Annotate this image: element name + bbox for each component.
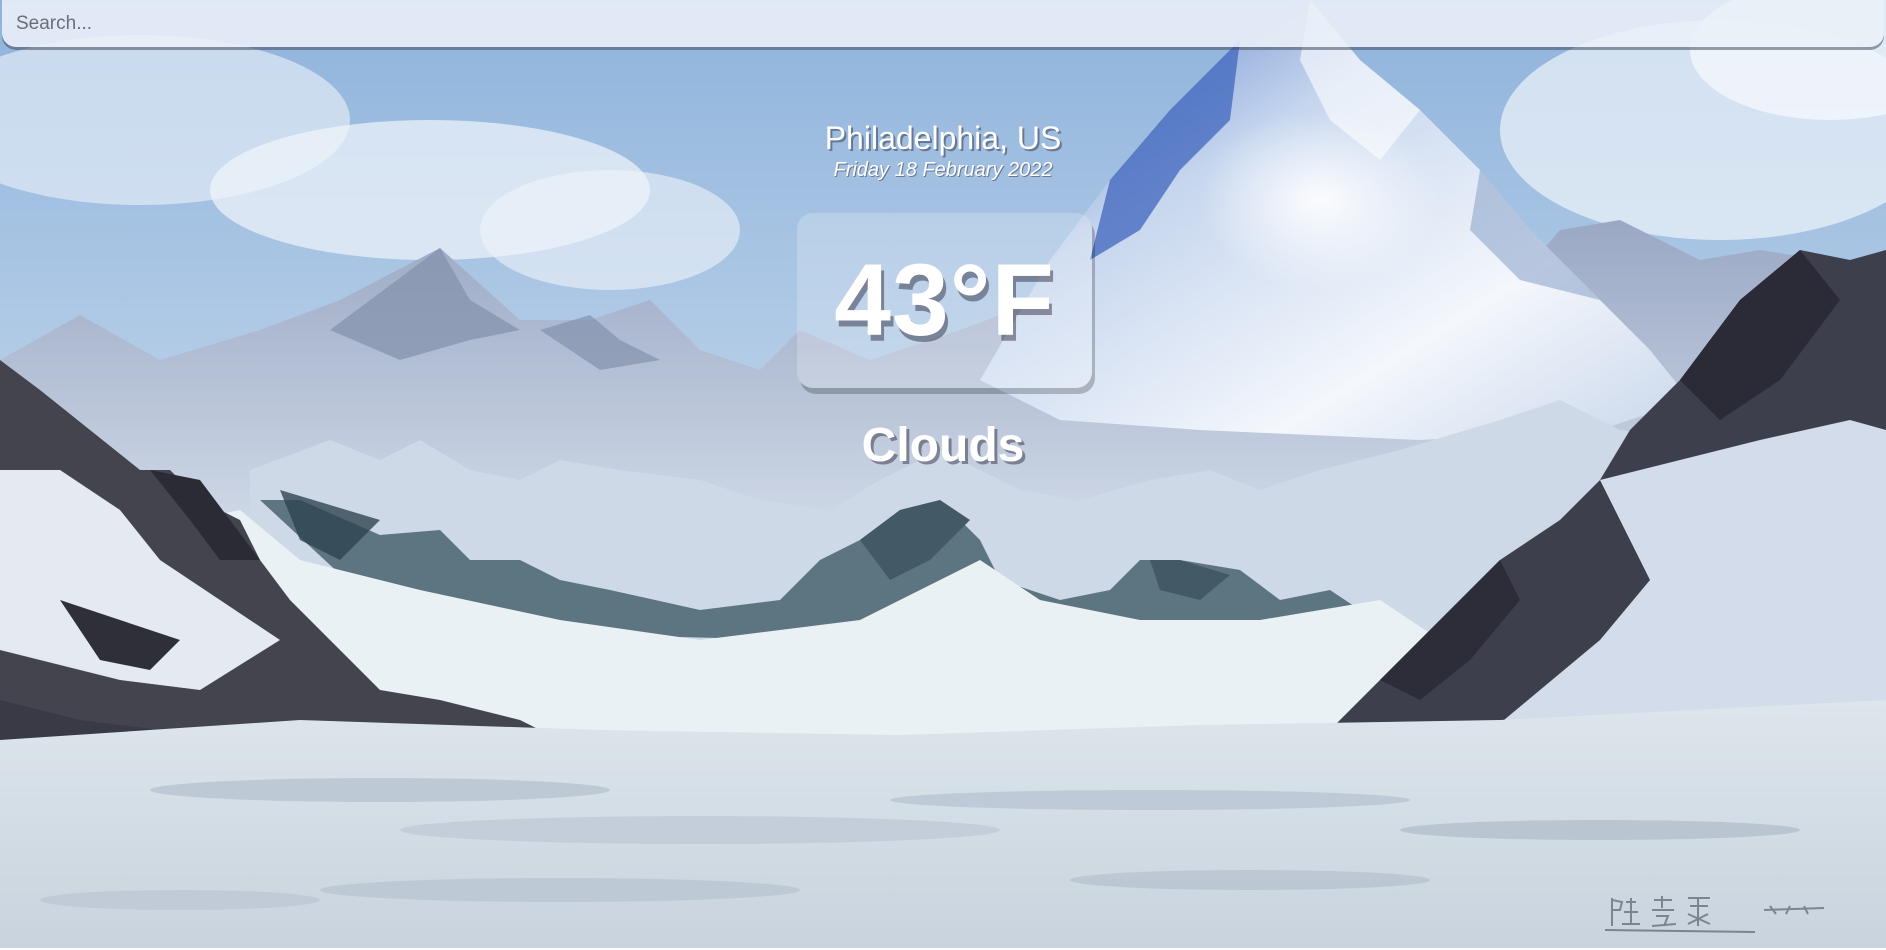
weather-app: Philadelphia, US Friday 18 February 2022… [0,0,1886,950]
search-input[interactable] [2,0,1884,47]
weather-condition: Clouds [861,419,1025,472]
location-box: Philadelphia, US Friday 18 February 2022 [0,120,1886,182]
location-name: Philadelphia, US [824,120,1062,156]
current-date: Friday 18 February 2022 [833,159,1053,181]
temperature-card: 43°F [797,213,1092,388]
temperature-value: 43°F [834,243,1055,357]
